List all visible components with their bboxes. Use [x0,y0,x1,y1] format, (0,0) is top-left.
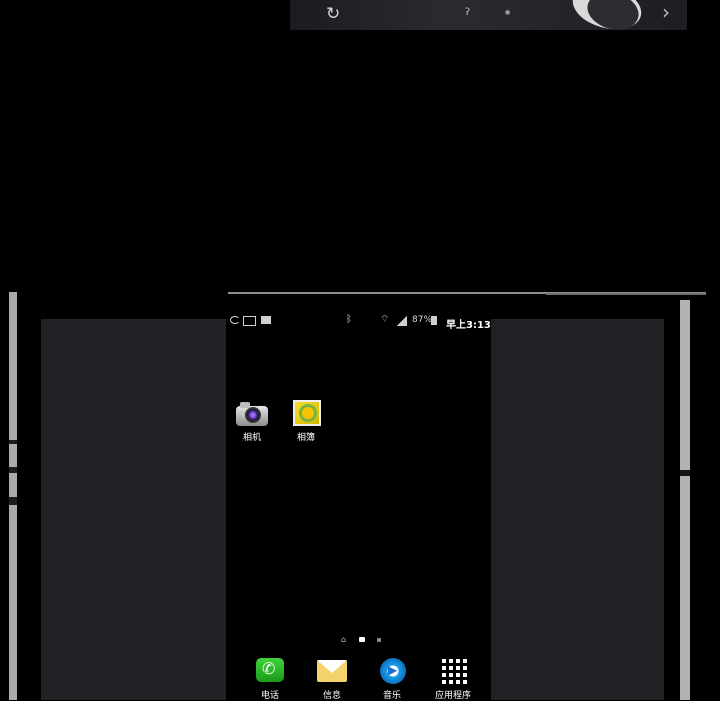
app-camera[interactable]: 相机 [232,400,272,443]
refresh-icon[interactable]: ↻ [326,4,340,24]
battery-percent: 87% [412,315,433,325]
status-time: 早上3:13 [446,320,491,331]
app-album-label: 相簿 [296,433,315,443]
battery-icon [431,316,437,325]
right-panel [491,319,664,700]
camera-icon [236,400,268,428]
dock-phone[interactable]: ✆ 电话 [250,658,290,701]
album-icon [290,400,322,428]
page-dot[interactable] [377,638,381,642]
signal-icon [397,316,407,326]
status-bar: ᛒ ⌔ 87% 早上3:13 [226,310,491,332]
dock-phone-label: 电话 [260,691,279,701]
gallery-notification-icon [243,316,256,326]
app-album[interactable]: 相簿 [286,400,326,443]
message-icon [316,658,348,686]
dock-music[interactable]: ▶ 音乐 [372,658,412,701]
sync-icon [230,316,240,324]
bluetooth-icon: ᛒ [346,314,352,325]
top-toolbar-strip: ↻ ʔ ● › [290,0,687,30]
page-indicator: ⌂ [338,635,388,645]
phone-home-screen: ᛒ ⌔ 87% 早上3:13 相机 相簿 ⌂ ✆ 电话 信息 ▶ 音乐 应用程序 [226,310,491,701]
dock-apps[interactable]: 应用程序 [433,658,473,701]
phone-icon: ✆ [254,658,286,686]
swoosh-graphic-inner [583,0,643,30]
home-page-icon[interactable]: ⌂ [341,635,346,644]
apps-grid-icon [437,658,469,686]
dock-message-label: 信息 [322,691,341,701]
wifi-icon: ⌔ [380,314,390,325]
device-frame-left [9,292,17,700]
chevron-right-icon[interactable]: › [662,0,670,24]
left-panel [41,319,228,700]
dock-music-label: 音乐 [382,691,401,701]
music-icon: ▶ [376,658,408,686]
frame-top-edge-accent [546,293,706,295]
signal-mark-icon: ʔ [465,7,471,18]
dock-message[interactable]: 信息 [312,658,352,701]
device-frame-right [680,300,690,700]
app-camera-label: 相机 [242,433,261,443]
store-notification-icon [261,316,271,324]
page-dot-current[interactable] [359,637,365,642]
dock-apps-label: 应用程序 [434,691,471,701]
small-dot-icon: ● [505,9,511,16]
